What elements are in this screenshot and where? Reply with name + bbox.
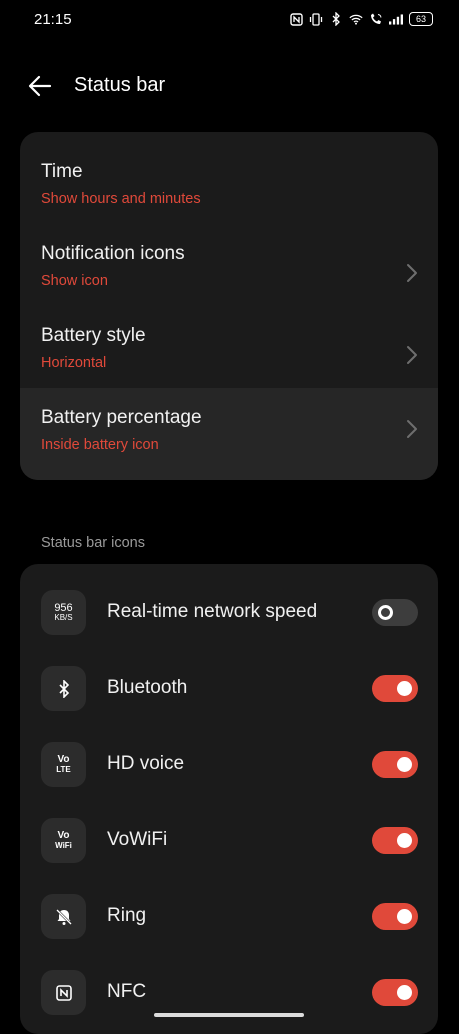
ring-toggle[interactable] [372,903,418,930]
nfc-icon [41,970,86,1015]
arrow-left-icon [28,75,52,97]
chevron-right-icon [407,346,417,364]
status-icons: 63 [289,12,433,26]
battery-indicator: 63 [409,12,433,26]
toggle-knob [378,605,393,620]
row-label: NFC [107,981,147,1002]
row-label: VoWiFi [107,829,168,850]
setting-value: Horizontal [41,355,107,371]
status-bar-settings-card: Time Show hours and minutes Notification… [20,132,438,480]
icon-text: LTE [56,764,71,774]
hd-voice-icon: Vo LTE [41,742,86,787]
setting-title: Time [41,161,83,182]
call-icon [369,12,383,26]
setting-title: Notification icons [41,243,185,264]
setting-title: Battery style [41,325,146,346]
setting-title: Battery percentage [41,407,202,428]
vowifi-icon: Vo WiFi [41,818,86,863]
icon-row-nfc[interactable]: NFC [20,944,438,1020]
network-speed-icon: 956 KB/S [41,590,86,635]
setting-value: Inside battery icon [41,437,159,453]
hd-voice-toggle[interactable] [372,751,418,778]
setting-notification-icons[interactable]: Notification icons Show icon [20,214,438,296]
chevron-right-icon [407,420,417,438]
setting-value: Show hours and minutes [41,191,201,207]
bluetooth-icon [329,12,343,26]
nfc-icon [289,12,303,26]
section-header: Status bar icons [41,535,145,551]
icon-text: Vo [57,753,70,765]
vibrate-icon [309,12,323,26]
icon-row-bluetooth[interactable]: Bluetooth [20,640,438,716]
setting-battery-style[interactable]: Battery style Horizontal [20,296,438,378]
icon-text: Vo [57,829,70,841]
nfc-toggle[interactable] [372,979,418,1006]
icon-row-ring[interactable]: Ring [20,868,438,944]
page-title: Status bar [74,74,166,96]
row-label: Bluetooth [107,677,188,698]
status-bar-icons-card: 956 KB/S Real-time network speed Bluetoo… [20,564,438,1034]
icon-row-hd-voice[interactable]: Vo LTE HD voice [20,716,438,792]
back-button[interactable] [26,72,54,100]
ring-muted-icon [41,894,86,939]
setting-value: Show icon [41,273,108,289]
icon-text: KB/S [54,612,73,622]
icon-row-network-speed[interactable]: 956 KB/S Real-time network speed [20,564,438,640]
icon-row-vowifi[interactable]: Vo WiFi VoWiFi [20,792,438,868]
toggle-knob [397,681,412,696]
setting-time[interactable]: Time Show hours and minutes [20,132,438,214]
wifi-icon [349,12,363,26]
icon-text: WiFi [55,840,72,850]
row-label: Ring [107,905,147,926]
toggle-knob [397,985,412,1000]
toggle-knob [397,757,412,772]
clock: 21:15 [34,11,72,28]
toggle-knob [397,833,412,848]
icon-text: 956 [54,601,73,614]
toggle-knob [397,909,412,924]
signal-icon [389,12,403,26]
system-status-bar: 21:15 63 [0,0,459,40]
vowifi-toggle[interactable] [372,827,418,854]
network-speed-toggle[interactable] [372,599,418,626]
page-header: Status bar [0,62,459,110]
home-indicator[interactable] [154,1013,304,1017]
row-label: HD voice [107,753,185,774]
bluetooth-toggle[interactable] [372,675,418,702]
chevron-right-icon [407,264,417,282]
row-label: Real-time network speed [107,601,318,622]
setting-battery-percentage[interactable]: Battery percentage Inside battery icon [20,388,438,480]
bluetooth-icon [41,666,86,711]
